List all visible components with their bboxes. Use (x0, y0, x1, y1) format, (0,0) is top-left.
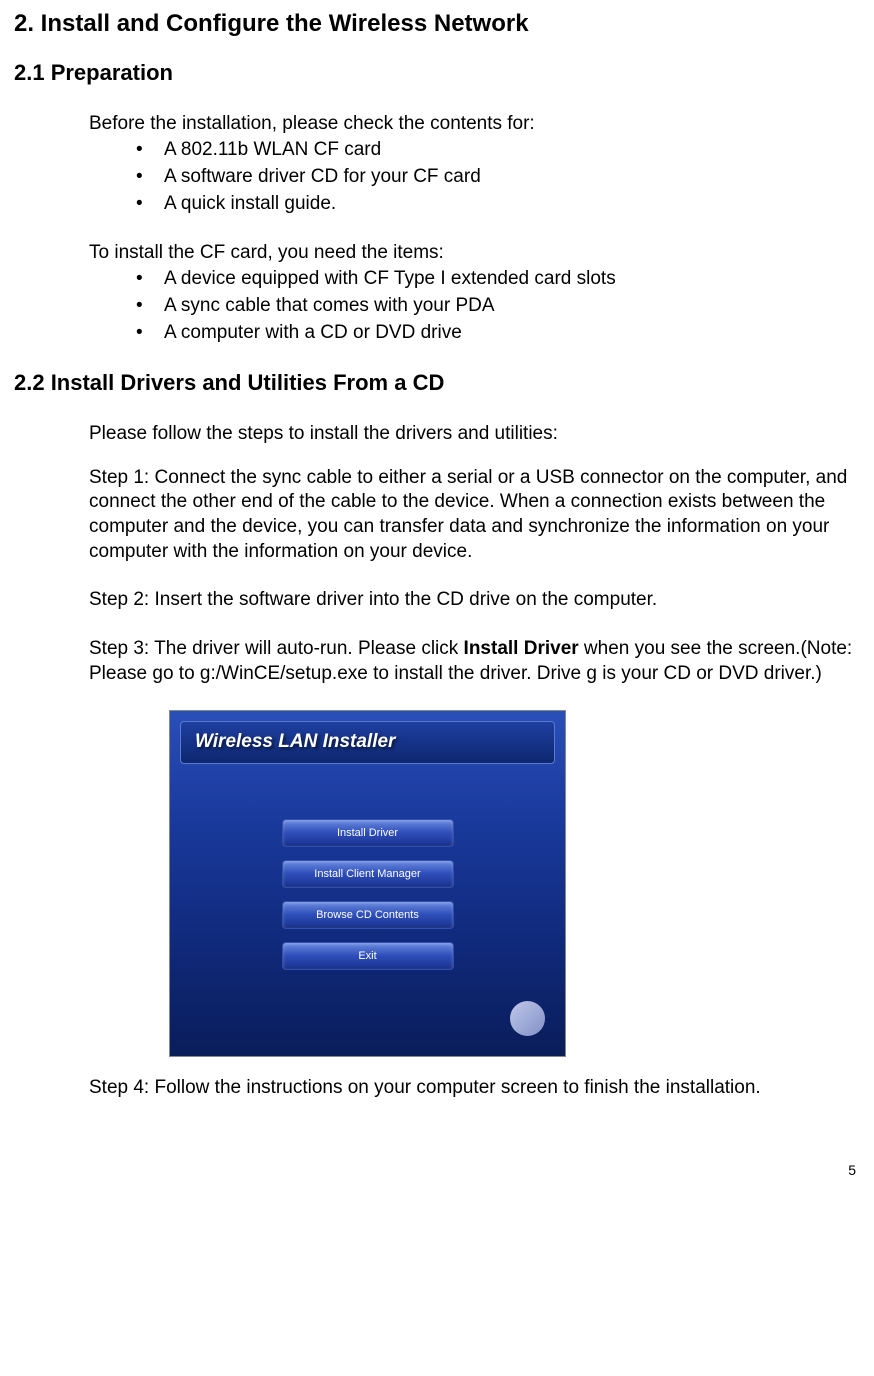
step-3-text-a: Step 3: The driver will auto-run. Please… (89, 638, 464, 659)
browse-cd-contents-button[interactable]: Browse CD Contents (282, 901, 454, 929)
exit-button[interactable]: Exit (282, 942, 454, 970)
preparation-intro-1: Before the installation, please check th… (89, 112, 860, 137)
list-item: A computer with a CD or DVD drive (164, 321, 860, 346)
page-number: 5 (14, 1161, 856, 1179)
section-heading: 2. Install and Configure the Wireless Ne… (14, 8, 860, 39)
list-item: A software driver CD for your CF card (164, 165, 860, 190)
subsection-heading-2-1: 2.1 Preparation (14, 59, 860, 88)
list-item: A quick install guide. (164, 192, 860, 217)
installer-screenshot: Wireless LAN Installer Install Driver In… (169, 710, 566, 1057)
globe-icon (510, 1001, 545, 1036)
step-3: Step 3: The driver will auto-run. Please… (89, 637, 860, 686)
subsection-heading-2-2: 2.2 Install Drivers and Utilities From a… (14, 369, 860, 398)
list-item: A device equipped with CF Type I extende… (164, 267, 860, 292)
step-3-bold: Install Driver (464, 638, 579, 659)
install-intro: Please follow the steps to install the d… (89, 422, 860, 447)
step-4: Step 4: Follow the instructions on your … (89, 1076, 860, 1101)
installer-title-bar: Wireless LAN Installer (180, 721, 555, 764)
step-1: Step 1: Connect the sync cable to either… (89, 466, 860, 565)
install-client-manager-button[interactable]: Install Client Manager (282, 860, 454, 888)
list-item: A sync cable that comes with your PDA (164, 294, 860, 319)
installer-title: Wireless LAN Installer (195, 731, 395, 752)
step-2: Step 2: Insert the software driver into … (89, 588, 860, 613)
list-item: A 802.11b WLAN CF card (164, 138, 860, 163)
preparation-intro-2: To install the CF card, you need the ite… (89, 241, 860, 266)
install-driver-button[interactable]: Install Driver (282, 819, 454, 847)
